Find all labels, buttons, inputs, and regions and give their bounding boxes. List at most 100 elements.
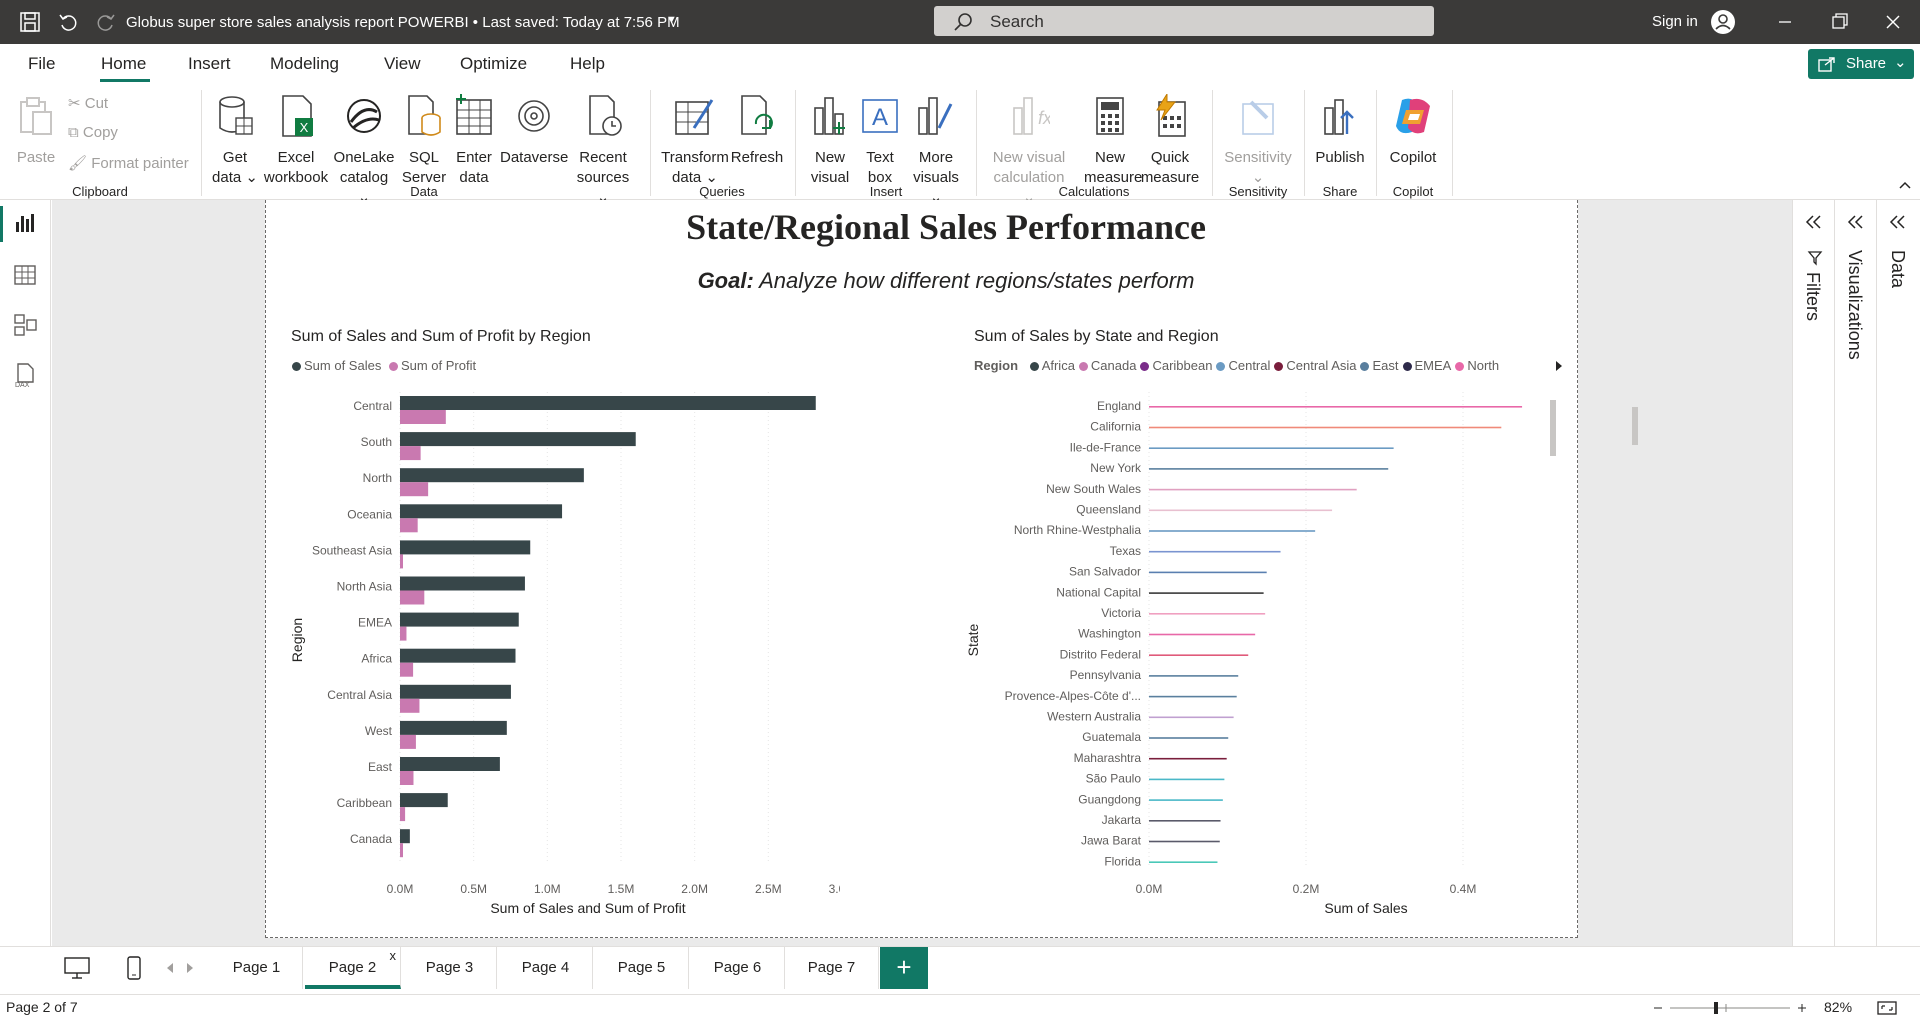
next-page-icon[interactable] [184,961,196,975]
recent-sources-button[interactable]: Recent sources ⌄ [570,94,636,208]
collapse-ribbon-icon[interactable] [1898,180,1912,190]
page-tab-5[interactable]: Page 5 [595,947,689,989]
legend-label[interactable]: East [1372,358,1398,373]
x-tick-label: 2.0M [681,882,708,896]
desktop-layout-icon[interactable] [62,955,92,981]
zoom-level[interactable]: 82% [1824,999,1852,1015]
page-title: State/Regional Sales Performance [686,207,1206,247]
bar-state [1149,447,1394,449]
excel-workbook-button[interactable]: X Excel workbook [262,94,330,188]
sql-server-button[interactable]: SQL Server [400,94,448,188]
tab-optimize[interactable]: Optimize [460,54,527,74]
tab-home[interactable]: Home [101,54,146,74]
mobile-layout-icon[interactable] [124,955,144,981]
avatar-icon[interactable] [1710,9,1736,35]
quick-measure-button[interactable]: Quick measure [1140,92,1200,188]
undo-icon[interactable] [56,10,80,34]
page-tab-7[interactable]: Page 7 [785,947,879,989]
page-scrollbar[interactable] [1632,407,1638,445]
visualizations-pane[interactable]: Visualizations [1834,200,1876,946]
tab-view[interactable]: View [384,54,421,74]
legend-label[interactable]: Central Asia [1286,358,1356,373]
share-button[interactable]: Share ⌄ [1808,49,1914,79]
legend-label[interactable]: Africa [1042,358,1075,373]
region-bar-chart[interactable]: 0.0M 0.5M 1.0M 1.5M 2.0M 2.5M 3.0M Central South… [280,390,840,930]
enter-data-button[interactable]: Enter data [450,94,498,188]
redo-icon[interactable] [94,10,118,34]
table-view-icon[interactable] [12,262,38,288]
copilot-button[interactable]: Copilot [1380,94,1446,168]
tab-insert[interactable]: Insert [188,54,231,74]
page-tab-2[interactable]: Page 2 x [305,947,401,989]
minimize-icon[interactable] [1770,8,1800,36]
data-pane[interactable]: Data [1876,200,1920,946]
new-measure-button[interactable]: New measure [1084,94,1142,188]
page-tab-6[interactable]: Page 6 [691,947,785,989]
dataverse-button[interactable]: Dataverse [500,94,568,168]
legend-label-profit[interactable]: Sum of Profit [401,358,476,373]
tab-file[interactable]: File [28,54,55,74]
page-tab-3[interactable]: Page 3 [403,947,497,989]
transform-data-button[interactable]: Transform data ⌄ [660,94,730,188]
chart1-title: Sum of Sales and Sum of Profit by Region [291,328,591,345]
prev-page-icon[interactable] [164,961,176,975]
legend-next-icon[interactable] [1554,360,1564,372]
report-view-icon[interactable] [12,210,38,236]
legend-label[interactable]: North [1467,358,1499,373]
new-visual-button[interactable]: New visual [806,94,854,188]
y-tick-label: Africa [361,652,392,666]
expand-filters-icon[interactable] [1805,214,1823,230]
expand-visualizations-icon[interactable] [1847,214,1865,230]
bar-profit [400,626,407,641]
close-icon[interactable] [1878,8,1908,36]
legend-label[interactable]: Canada [1091,358,1137,373]
x-tick-label: 1.0M [534,882,561,896]
legend-swatch [1274,362,1284,371]
document-title[interactable]: Globus super store sales analysis report… [126,14,680,31]
group-label-copilot: Copilot [1392,184,1434,199]
legend-swatch-profit [388,362,398,371]
format-painter-button[interactable]: 🖌 Format painter [68,154,189,172]
active-tab-indicator [100,79,150,82]
zoom-slider[interactable] [1650,1001,1810,1015]
sign-in-link[interactable]: Sign in [1652,13,1698,30]
tab-help[interactable]: Help [570,54,605,74]
copilot-label: Copilot [1389,149,1437,166]
x-tick-label: 0.0M [387,882,414,896]
group-divider [795,90,796,196]
fit-to-page-icon[interactable] [1876,1000,1898,1016]
add-page-button[interactable]: + [880,947,928,989]
y-tick-label: São Paulo [1086,772,1142,786]
expand-data-icon[interactable] [1889,214,1907,230]
legend-swatch [1360,362,1370,371]
filters-pane[interactable]: Filters [1792,200,1834,946]
legend-label[interactable]: Central [1228,358,1270,373]
dax-query-view-icon[interactable]: DAX [12,362,38,388]
recent-sources-icon [589,95,622,136]
svg-text:DAX: DAX [15,382,30,388]
group-divider [1376,90,1377,196]
refresh-button[interactable]: Refresh [730,94,784,168]
paste-button[interactable]: Paste [14,94,58,168]
tab-modeling[interactable]: Modeling [270,54,339,74]
state-bar-chart[interactable]: 0.0M 0.2M 0.4M England California Ile-de-Fran… [966,390,1566,930]
model-view-icon[interactable] [12,312,38,338]
text-box-button[interactable]: A Text box [856,94,904,188]
title-dropdown-icon[interactable]: ▼ [666,14,677,26]
save-icon[interactable] [18,10,42,34]
sensitivity-button[interactable]: Sensitivity ⌄ [1218,94,1298,188]
close-page-icon[interactable]: x [390,935,397,977]
page-tab-1[interactable]: Page 1 [211,947,303,989]
y-tick-label: Ile-de-France [1070,440,1142,454]
copy-button[interactable]: ⧉ Copy [68,124,118,141]
cut-button[interactable]: ✂ Cut [68,94,108,112]
y-tick-label: England [1097,399,1141,413]
search-input[interactable]: Search [934,6,1434,36]
legend-label[interactable]: EMEA [1415,358,1452,373]
publish-button[interactable]: Publish [1310,94,1370,168]
legend-label[interactable]: Caribbean [1152,358,1212,373]
page-tab-4[interactable]: Page 4 [499,947,593,989]
get-data-button[interactable]: Get data ⌄ [210,94,260,188]
restore-icon[interactable] [1824,8,1854,36]
legend-label-sales[interactable]: Sum of Sales [304,358,381,373]
